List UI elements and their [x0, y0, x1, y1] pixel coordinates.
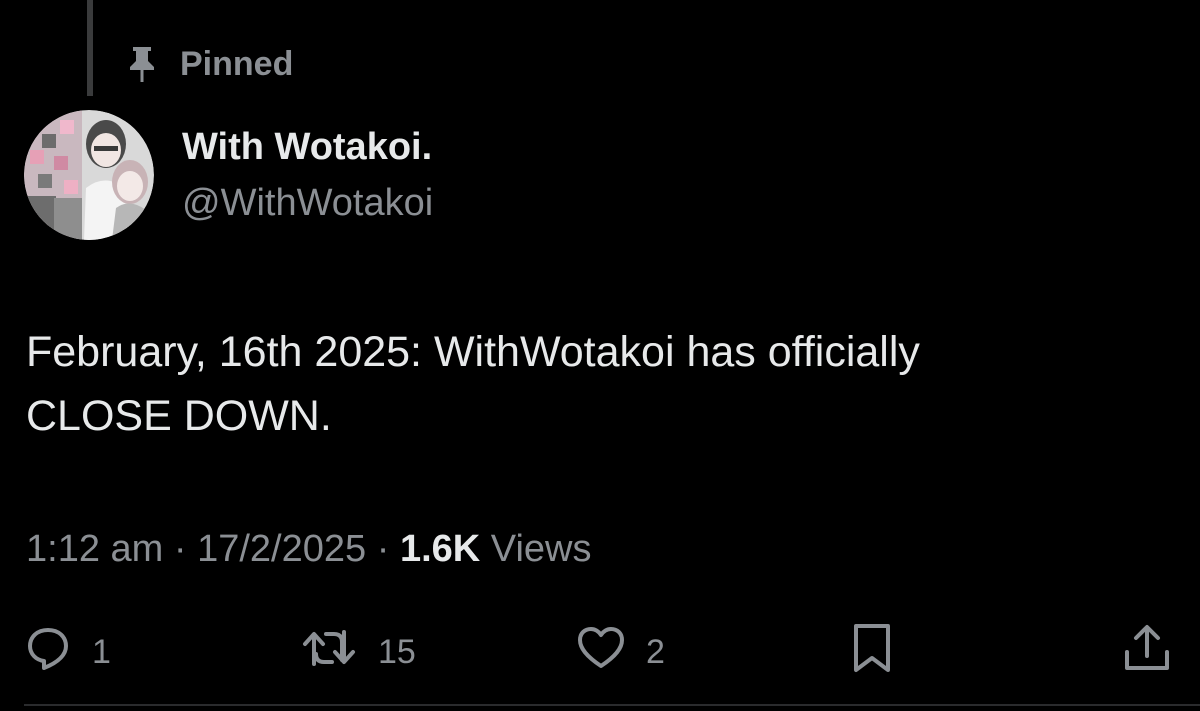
reply-button[interactable]: 1	[24, 620, 111, 684]
user-handle[interactable]: @WithWotakoi	[182, 178, 433, 228]
heart-icon	[576, 624, 626, 681]
views-label[interactable]: Views	[491, 528, 592, 570]
avatar-image	[24, 110, 154, 240]
meta-separator: ·	[173, 528, 187, 570]
pinned-label: Pinned	[180, 44, 294, 83]
thread-connector-line	[87, 0, 93, 96]
retweet-count: 15	[378, 632, 416, 671]
tweet-time[interactable]: 1:12 am	[26, 528, 163, 570]
author-info[interactable]: With Wotakoi. @WithWotakoi	[182, 122, 433, 228]
tweet-text-line: February, 16th 2025: WithWotakoi has off…	[26, 328, 920, 376]
tweet-date[interactable]: 17/2/2025	[197, 528, 366, 570]
share-icon	[1122, 622, 1172, 683]
bookmark-button[interactable]	[850, 620, 894, 684]
like-button[interactable]: 2	[576, 620, 665, 684]
meta-separator: ·	[376, 528, 390, 570]
display-name[interactable]: With Wotakoi.	[182, 122, 433, 172]
bookmark-icon	[850, 622, 894, 683]
tweet-text: February, 16th 2025: WithWotakoi has off…	[26, 320, 1176, 448]
reply-count: 1	[92, 632, 111, 671]
divider	[24, 704, 1200, 706]
share-button[interactable]	[1122, 620, 1172, 684]
retweet-button[interactable]: 15	[300, 620, 416, 684]
pinned-indicator: Pinned	[124, 40, 293, 88]
action-bar: 1 15 2	[0, 620, 1200, 684]
views-count[interactable]: 1.6K	[400, 528, 480, 570]
tweet-text-line: CLOSE DOWN.	[26, 392, 332, 440]
reply-icon	[24, 624, 72, 681]
like-count: 2	[646, 632, 665, 671]
avatar[interactable]	[24, 110, 154, 240]
pin-icon	[124, 44, 160, 84]
tweet-meta: 1:12 am · 17/2/2025 · 1.6K Views	[26, 528, 591, 571]
retweet-icon	[300, 624, 358, 681]
